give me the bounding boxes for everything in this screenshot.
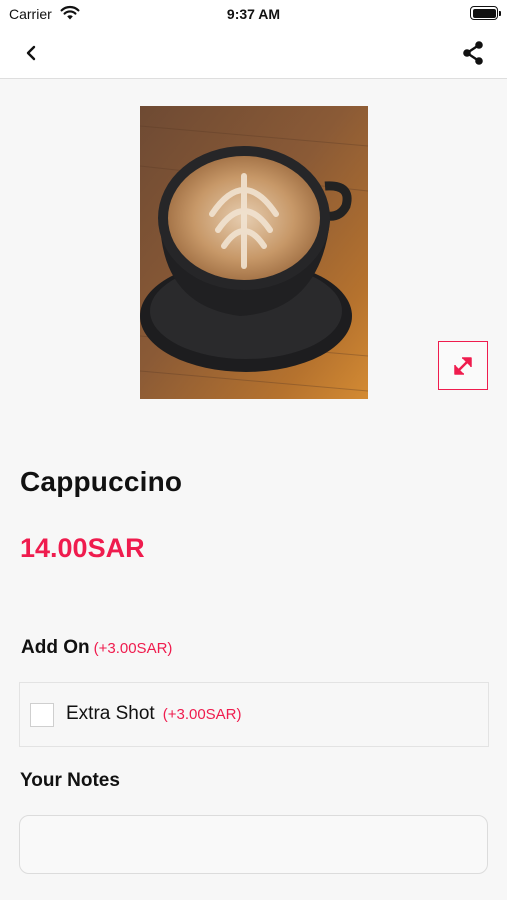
product-name: Cappuccino (20, 466, 183, 497)
battery-icon (470, 6, 501, 20)
notes-label: Your Notes (20, 770, 120, 791)
addon-option-extra-shot[interactable]: Extra Shot (+3.00SAR) (19, 682, 489, 747)
back-button[interactable] (18, 40, 44, 66)
expand-diagonal-icon (454, 356, 472, 375)
expand-image-button[interactable] (438, 341, 488, 390)
addon-heading-label: Add On (21, 637, 90, 658)
share-icon (463, 41, 483, 65)
chevron-left-icon (26, 45, 36, 61)
share-button[interactable] (459, 39, 487, 67)
cappuccino-photo (140, 106, 368, 399)
navigation-bar (0, 28, 507, 79)
status-time: 9:37 AM (226, 6, 281, 22)
addon-heading: Add On (+3.00SAR) (21, 637, 172, 659)
addon-option-label: Extra Shot (+3.00SAR) (66, 703, 242, 725)
product-price: 14.00SAR (20, 533, 145, 563)
addon-option-price: (+3.00SAR) (162, 706, 242, 723)
status-bar: Carrier 9:37 AM (0, 0, 507, 28)
extra-shot-checkbox[interactable] (30, 703, 54, 727)
product-image (140, 106, 368, 399)
addon-option-name: Extra Shot (66, 703, 155, 724)
notes-input[interactable] (19, 815, 488, 874)
addon-heading-price: (+3.00SAR) (93, 640, 173, 657)
